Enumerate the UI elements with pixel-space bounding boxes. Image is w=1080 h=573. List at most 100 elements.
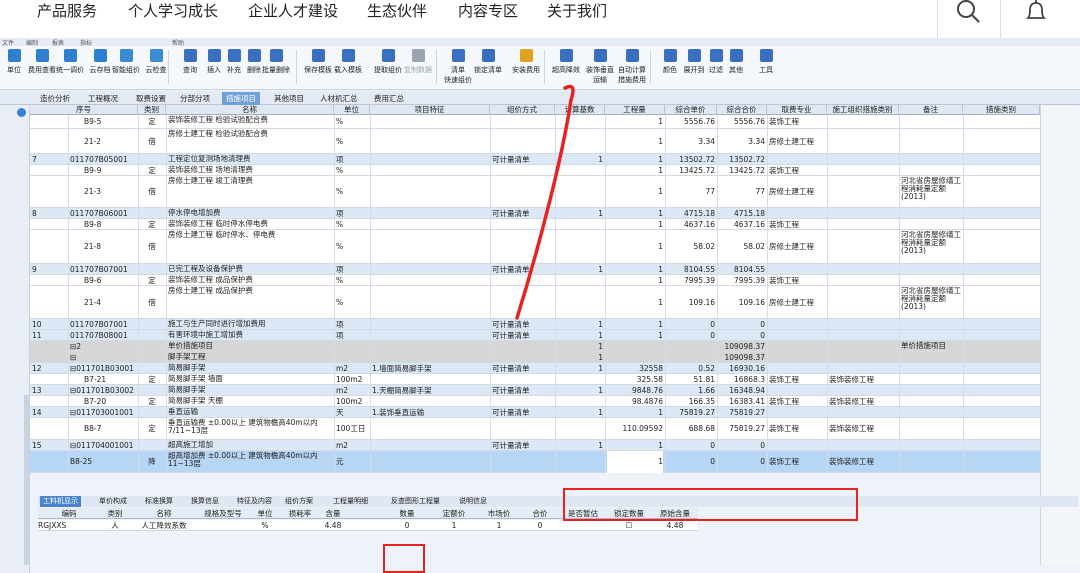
table-row[interactable]: B7-20 定简易脚手架 天棚 100m2 98.4876 166.35 16383.41… <box>30 396 1040 407</box>
column-header[interactable]: 工程量 <box>605 105 665 115</box>
table-row[interactable]: 11 011707B08001 有害环境中施工增加费项可计量清单 1 1 0 0 <box>30 330 1040 341</box>
bell-icon[interactable] <box>1022 0 1050 26</box>
toolbar-button-19[interactable]: 装饰垂直 运输 <box>586 49 614 85</box>
cell-total: 58.02 <box>743 242 765 251</box>
column-header[interactable]: 备注 <box>899 105 963 115</box>
toolbar-button-label: 快速组价 <box>444 76 472 84</box>
toolbar-button-16[interactable]: 锁定清单 <box>474 49 502 85</box>
table-row[interactable]: ⊟2 单价措施项目 1 109098.37 单价措施项目 <box>30 341 1040 352</box>
table-row[interactable]: 14 ⊟011703001001 垂直运输 天 1.装饰垂直运输 可计量清单 1 1 75819… <box>30 407 1040 418</box>
detail-column-header[interactable]: 市场价 <box>478 508 520 519</box>
table-row[interactable]: 12 ⊟011701B03001 简易脚手架 m2 1.墙面简易脚手架 可计量清单 1 325… <box>30 363 1040 374</box>
cell-base: 1 <box>598 441 603 450</box>
nav-item-enterprise-talent[interactable]: 企业人才建设 <box>248 0 338 21</box>
table-row[interactable]: B8-25 降 超高增加费 ±0.00以上 建筑物檐高40m以内11~13层 元 1 0 0… <box>30 451 1040 473</box>
detail-tab-0[interactable]: 工料机显示 <box>40 496 81 507</box>
toolbar-button-3[interactable]: 云存档 <box>86 49 114 85</box>
column-header[interactable]: 名称 <box>166 105 334 115</box>
table-row[interactable]: 15 ⊟011704001001 超高施工增加 m2 可计量清单 1 1 0 0 <box>30 440 1040 451</box>
toolbar-button-2[interactable]: 统一调价 <box>56 49 84 85</box>
nav-item-about-us[interactable]: 关于我们 <box>547 0 607 21</box>
toolbar-button-10[interactable]: 批量删除 <box>262 49 290 85</box>
toolbar-button-12[interactable]: 载入模板 <box>334 49 362 85</box>
toolbar-button-20[interactable]: 自动计算 措施费用 <box>618 49 646 85</box>
column-header[interactable]: 措施类别 <box>963 105 1040 115</box>
toolbar-button-label: 自动计算 <box>618 66 646 74</box>
toolbar-button-5[interactable]: 云检查 <box>142 49 170 85</box>
detail-cell: % <box>261 521 269 530</box>
detail-column-header[interactable]: 名称 <box>130 508 198 519</box>
cell-code: ⊟011701B03002 <box>70 386 134 395</box>
toolbar-icon <box>35 49 49 62</box>
table-row[interactable]: ⊟ 脚手架工程 1 109098.37 <box>30 352 1040 363</box>
detail-column-header[interactable]: 类别 <box>100 508 130 519</box>
column-header[interactable]: 类别 <box>138 105 166 115</box>
toolbar-button-0[interactable]: 单位 <box>0 49 28 85</box>
tab-4[interactable]: 措施项目 <box>222 92 260 105</box>
column-header[interactable]: 项目特征 <box>370 105 490 115</box>
detail-column-header[interactable]: 单位 <box>248 508 282 519</box>
detail-tab-3[interactable]: 换算信息 <box>188 496 222 507</box>
detail-tab-6[interactable]: 工程量明细 <box>330 496 371 507</box>
tab-7[interactable]: 费用汇总 <box>370 92 408 105</box>
tab-2[interactable]: 取费设置 <box>132 92 170 105</box>
cell-total: 109098.37 <box>724 353 765 362</box>
column-divider <box>899 115 900 473</box>
toolbar-icon <box>625 49 639 62</box>
detail-column-header[interactable]: 定额价 <box>430 508 478 519</box>
cell-spec: 房修土建工程 <box>769 242 814 251</box>
toolbar-button-15[interactable]: 清单 快速组价 <box>444 49 472 85</box>
nav-item-content-zone[interactable]: 内容专区 <box>458 0 518 21</box>
toolbar-button-4[interactable]: 智能组价 <box>112 49 140 85</box>
column-header[interactable]: 序号 <box>30 105 138 115</box>
tab-3[interactable]: 分部分项 <box>176 92 214 105</box>
detail-column-header[interactable]: 数量 <box>384 508 430 519</box>
cell-base: 1 <box>598 364 603 373</box>
column-header[interactable]: 单位 <box>334 105 370 115</box>
detail-column-header[interactable]: 损耗率 <box>282 508 318 519</box>
tab-6[interactable]: 人材机汇总 <box>316 92 362 105</box>
toolbar-button-1[interactable]: 费用查看 <box>28 49 56 85</box>
cell-qty: 1 <box>658 320 663 329</box>
cell-price: 51.81 <box>693 375 715 384</box>
detail-tab-2[interactable]: 标准换算 <box>142 496 176 507</box>
detail-tab-7[interactable]: 反查图形工程量 <box>388 496 443 507</box>
expand-circle-icon[interactable] <box>17 108 26 117</box>
column-header[interactable]: 综合合价 <box>717 105 767 115</box>
cell-code: 011707B06001 <box>70 209 128 218</box>
toolbar-icon <box>63 49 77 62</box>
cell-name: 工程定位复测场地清理费 <box>168 154 251 163</box>
tab-0[interactable]: 造价分析 <box>36 92 74 105</box>
column-header[interactable]: 综合单价 <box>665 105 717 115</box>
nav-item-products[interactable]: 产品服务 <box>37 0 97 21</box>
toolbar-button-14[interactable]: 复制数据 <box>404 49 432 85</box>
detail-column-header[interactable]: 含量 <box>318 508 348 519</box>
column-header[interactable]: 施工组织措施类别 <box>827 105 899 115</box>
toolbar-button-13[interactable]: 提取组价 <box>374 49 402 85</box>
toolbar-icon <box>709 49 723 62</box>
table-row[interactable]: 13 ⊟011701B03002 简易脚手架 m2 1.天棚简易脚手架 可计量清单 1 984… <box>30 385 1040 396</box>
tab-5[interactable]: 其他项目 <box>270 92 308 105</box>
detail-column-header[interactable]: 合价 <box>520 508 560 519</box>
toolbar-button-24[interactable]: 其他 <box>722 49 750 85</box>
nav-item-partners[interactable]: 生态伙伴 <box>367 0 427 21</box>
detail-tab-1[interactable]: 单价构成 <box>96 496 130 507</box>
nav-item-personal-learning[interactable]: 个人学习成长 <box>128 0 218 21</box>
table-row[interactable]: B7-21 定简易脚手架 墙面 100m2 325.58 51.81 16868.3 装饰工… <box>30 374 1040 385</box>
cell-price: 5556.76 <box>683 117 715 126</box>
toolbar-button-25[interactable]: 工具 <box>752 49 780 85</box>
tab-1[interactable]: 工程概况 <box>84 92 122 105</box>
toolbar-button-11[interactable]: 保存模板 <box>304 49 332 85</box>
detail-tab-5[interactable]: 组价方案 <box>282 496 316 507</box>
toolbar-icon <box>759 49 773 62</box>
detail-column-header[interactable]: 规格及型号 <box>198 508 248 519</box>
detail-grid-row[interactable]: RGJXXS 人 人工降效系数% 4.48 0 1 1 0 ☐ 4.48 <box>38 520 698 531</box>
search-icon[interactable] <box>954 0 982 26</box>
detail-tab-4[interactable]: 特征及内容 <box>234 496 275 507</box>
column-header[interactable]: 取费专业 <box>767 105 827 115</box>
table-row[interactable]: B8-7 定垂直运输费 ±0.00以上 建筑物檐高40m以内7/11~13层 100… <box>30 418 1040 440</box>
vertical-scrollbar[interactable] <box>24 395 29 565</box>
detail-tab-8[interactable]: 说明信息 <box>456 496 490 507</box>
toolbar-icon <box>729 49 743 62</box>
detail-column-header[interactable]: 编码 <box>38 508 100 519</box>
